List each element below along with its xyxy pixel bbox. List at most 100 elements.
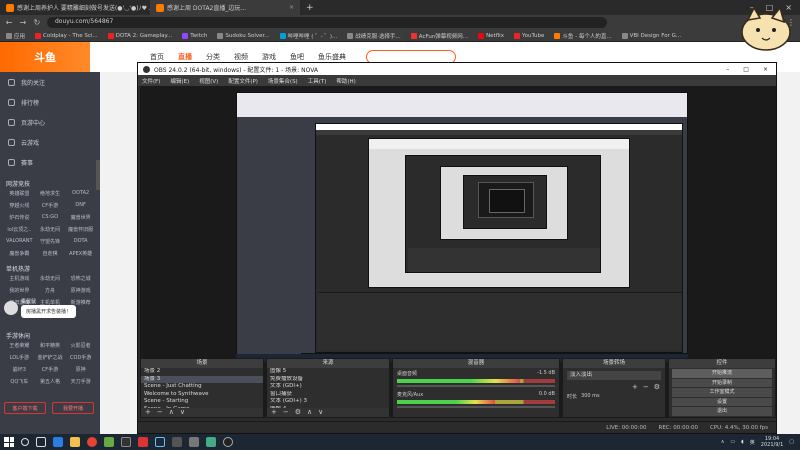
category-link[interactable]: CS:GO: [35, 214, 66, 221]
volume-slider[interactable]: [397, 385, 555, 387]
source-item[interactable]: 文本 (GDI+) 3: [267, 398, 389, 406]
maximize-icon[interactable]: □: [743, 66, 749, 73]
category-link[interactable]: 穿越火线: [4, 202, 35, 209]
menu-view[interactable]: 视图(V): [199, 77, 218, 85]
volume-slider[interactable]: [397, 406, 555, 408]
category-link[interactable]: CF手游: [35, 202, 66, 209]
category-link[interactable]: 绝地求生: [35, 190, 66, 197]
reload-icon[interactable]: ↻: [33, 18, 41, 27]
duration-input[interactable]: 300 ms: [581, 393, 600, 400]
down-arrow-icon[interactable]: ∨: [318, 408, 323, 417]
url-input[interactable]: douyu.com/564867: [47, 17, 607, 28]
category-link[interactable]: 我的世界: [4, 287, 35, 294]
obs-icon[interactable]: [223, 437, 233, 447]
category-link[interactable]: 原神游戏: [65, 287, 96, 294]
start-streaming-button[interactable]: 开始推流: [672, 369, 772, 378]
add-icon[interactable]: +: [271, 408, 277, 417]
category-link[interactable]: QQ飞车: [4, 378, 35, 385]
nav-live[interactable]: 直播: [178, 52, 192, 62]
category-link[interactable]: APEX英雄: [65, 250, 96, 257]
category-link[interactable]: DOTA: [65, 238, 96, 245]
bookmark-item[interactable]: Twitch: [182, 32, 207, 39]
new-tab-button[interactable]: +: [300, 3, 320, 13]
category-link[interactable]: DOTA2: [65, 190, 96, 197]
close-window-icon[interactable]: ×: [763, 66, 768, 73]
taskbar-clock[interactable]: 19:04 2021/9/1: [761, 436, 783, 448]
up-arrow-icon[interactable]: ∧: [169, 408, 174, 417]
mail-icon[interactable]: [53, 437, 63, 447]
menu-file[interactable]: 文件(F): [142, 77, 160, 85]
search-icon[interactable]: [21, 438, 29, 446]
volume-icon[interactable]: ◖: [741, 439, 744, 445]
add-icon[interactable]: +: [145, 408, 151, 417]
scene-item[interactable]: 场景 2: [141, 368, 263, 376]
transition-select[interactable]: 淡入淡出: [567, 371, 661, 380]
bookmark-item[interactable]: DOTA 2: Gameplay...: [107, 32, 172, 39]
menu-edit[interactable]: 编辑(E): [170, 77, 189, 85]
bookmark-item[interactable]: 应用: [6, 32, 25, 40]
category-link[interactable]: 炉石传说: [4, 214, 35, 221]
back-arrow-icon[interactable]: ←: [5, 18, 13, 27]
category-link[interactable]: 原神: [65, 366, 96, 373]
source-item[interactable]: 窗口捕获: [267, 391, 389, 399]
source-item[interactable]: 文本 (GDI+): [267, 383, 389, 391]
app-icon[interactable]: [138, 437, 148, 447]
settings-button[interactable]: 设置: [672, 397, 772, 406]
category-link[interactable]: 魔兽世界: [65, 214, 96, 221]
scene-item[interactable]: 场景 3: [141, 375, 263, 383]
app-icon[interactable]: [189, 437, 199, 447]
category-link[interactable]: LOL手游: [4, 354, 35, 361]
douyu-logo[interactable]: 斗鱼: [0, 42, 90, 72]
sidebar-item-cloudgame[interactable]: 云游戏: [0, 132, 100, 152]
bookmark-item[interactable]: Sudoku Solver...: [217, 32, 270, 39]
bookmark-item[interactable]: Coldplay - The Sci...: [35, 32, 98, 39]
steam-icon[interactable]: [155, 437, 165, 447]
bookmark-item[interactable]: AcFun弹幕视频网...: [410, 32, 468, 40]
menu-profile[interactable]: 配置文件(P): [228, 77, 258, 85]
category-link[interactable]: CF手游: [35, 366, 66, 373]
nav-games[interactable]: 游戏: [262, 52, 276, 62]
category-link[interactable]: 自走棋: [35, 250, 66, 257]
studio-mode-button[interactable]: 工作室模式: [672, 388, 772, 397]
remove-icon[interactable]: −: [283, 408, 289, 417]
start-recording-button[interactable]: 开始录制: [672, 378, 772, 387]
category-link[interactable]: 魔兽怀旧服: [65, 226, 96, 233]
add-icon[interactable]: +: [632, 383, 638, 391]
category-link[interactable]: COD手游: [65, 354, 96, 361]
up-arrow-icon[interactable]: ∧: [307, 408, 312, 417]
nav-festival[interactable]: 鱼乐盛典: [318, 52, 346, 62]
notification-icon[interactable]: ▢: [789, 439, 794, 445]
app-icon[interactable]: [104, 437, 114, 447]
forward-arrow-icon[interactable]: →: [19, 18, 27, 27]
sidebar-item-esports[interactable]: 赛事: [0, 152, 100, 172]
bookmark-item[interactable]: YouTube: [513, 32, 544, 39]
file-explorer-icon[interactable]: [70, 437, 80, 447]
scene-item[interactable]: Welcome to Synthwave: [141, 391, 263, 399]
category-link[interactable]: 和平精英: [35, 342, 66, 349]
nav-category[interactable]: 分类: [206, 52, 220, 62]
sidebar-item-follow[interactable]: 我的关注: [0, 72, 100, 92]
scene-item[interactable]: Scene - Starting: [141, 398, 263, 406]
chevron-up-icon[interactable]: ∧: [721, 439, 725, 445]
category-link[interactable]: 第五人格: [35, 378, 66, 385]
start-stream-button[interactable]: 我要开播: [52, 402, 94, 414]
windows-start-icon[interactable]: [4, 437, 14, 447]
menu-help[interactable]: 帮助(H): [336, 77, 355, 85]
remove-icon[interactable]: −: [157, 408, 163, 417]
nav-video[interactable]: 视频: [234, 52, 248, 62]
bookmark-item[interactable]: 哔哩哔哩 ( ゜- ゜)...: [279, 32, 337, 40]
close-tab-icon[interactable]: ×: [289, 4, 294, 11]
category-link[interactable]: 永劫无间: [35, 275, 66, 282]
category-link[interactable]: 英雄联盟: [4, 190, 35, 197]
minimize-icon[interactable]: –: [726, 66, 729, 73]
gear-icon[interactable]: ⚙: [295, 408, 301, 417]
category-link[interactable]: 永劫无间: [35, 226, 66, 233]
remove-icon[interactable]: −: [643, 383, 649, 391]
category-link[interactable]: 天刀手游: [65, 378, 96, 385]
category-link[interactable]: 恐怖之城: [65, 275, 96, 282]
category-link[interactable]: 火影忍者: [65, 342, 96, 349]
category-link[interactable]: 魔兽争霸: [4, 250, 35, 257]
category-link[interactable]: DNF: [65, 202, 96, 209]
browser-tab-2[interactable]: 感谢上周 DOTA2直播_边玩... ×: [150, 0, 300, 15]
source-item[interactable]: 免费播放设备: [267, 376, 389, 384]
